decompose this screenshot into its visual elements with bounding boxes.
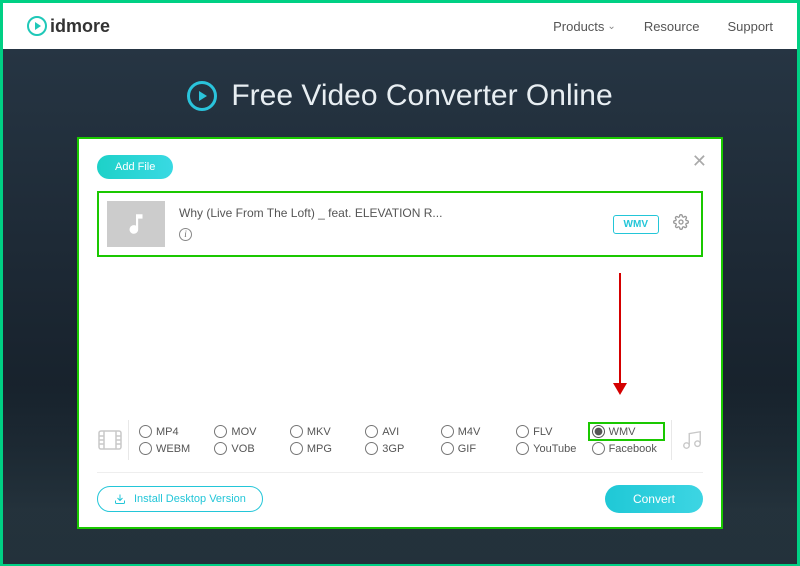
file-item: Why (Live From The Loft) _ feat. ELEVATI…: [97, 191, 703, 257]
format-option-mov[interactable]: MOV: [214, 425, 283, 438]
format-label: M4V: [458, 426, 481, 438]
play-circle-icon: [187, 81, 217, 111]
format-option-vob[interactable]: VOB: [214, 442, 283, 455]
format-radio[interactable]: [214, 425, 227, 438]
format-option-flv[interactable]: FLV: [516, 425, 585, 438]
format-option-mpg[interactable]: MPG: [290, 442, 359, 455]
audio-format-icon[interactable]: [671, 420, 703, 460]
format-radio[interactable]: [365, 425, 378, 438]
format-label: GIF: [458, 443, 476, 455]
format-option-mp4[interactable]: MP4: [139, 425, 208, 438]
format-label: WEBM: [156, 443, 190, 455]
format-label: YouTube: [533, 443, 576, 455]
format-radio[interactable]: [290, 442, 303, 455]
video-format-icon[interactable]: [97, 420, 129, 460]
format-radio[interactable]: [516, 442, 529, 455]
format-option-m4v[interactable]: M4V: [441, 425, 510, 438]
info-icon[interactable]: i: [179, 228, 192, 241]
file-name: Why (Live From The Loft) _ feat. ELEVATI…: [179, 206, 599, 220]
page-title: Free Video Converter Online: [187, 79, 612, 113]
format-option-facebook[interactable]: Facebook: [592, 442, 661, 455]
format-radio[interactable]: [441, 442, 454, 455]
nav-resource-label: Resource: [644, 19, 700, 34]
format-label: VOB: [231, 443, 254, 455]
nav-resource[interactable]: Resource: [644, 19, 700, 34]
format-options: MP4 MOV MKV AVI M4V FLV WMV WEBM VOB MPG 3GP GIF You…: [139, 425, 661, 455]
close-icon[interactable]: ✕: [692, 151, 707, 172]
gear-icon[interactable]: [673, 214, 689, 235]
install-desktop-button[interactable]: Install Desktop Version: [97, 486, 263, 512]
logo[interactable]: idmore: [27, 16, 110, 37]
format-radio[interactable]: [290, 425, 303, 438]
format-label: FLV: [533, 426, 552, 438]
format-section: MP4 MOV MKV AVI M4V FLV WMV WEBM VOB MPG 3GP GIF You…: [97, 411, 703, 462]
format-label: MKV: [307, 426, 331, 438]
nav-support[interactable]: Support: [727, 19, 773, 34]
music-note-icon: [123, 211, 149, 237]
format-radio[interactable]: [516, 425, 529, 438]
format-label: MPG: [307, 443, 332, 455]
format-option-avi[interactable]: AVI: [365, 425, 434, 438]
format-label: Facebook: [609, 443, 657, 455]
format-label: AVI: [382, 426, 399, 438]
format-label: MP4: [156, 426, 179, 438]
format-radio[interactable]: [592, 425, 605, 438]
convert-button[interactable]: Convert: [605, 485, 703, 513]
file-info: Why (Live From The Loft) _ feat. ELEVATI…: [179, 206, 599, 242]
converter-modal: ✕ Add File Why (Live From The Loft) _ fe…: [79, 139, 721, 527]
format-radio[interactable]: [592, 442, 605, 455]
format-label: MOV: [231, 426, 256, 438]
install-label: Install Desktop Version: [134, 493, 246, 505]
nav-products[interactable]: Products ⌄: [553, 19, 616, 34]
hero: Free Video Converter Online ✕ Add File W…: [3, 49, 797, 564]
logo-text: idmore: [50, 16, 110, 37]
format-option-webm[interactable]: WEBM: [139, 442, 208, 455]
chevron-down-icon: ⌄: [607, 21, 615, 32]
annotation-arrow: [619, 273, 621, 393]
format-radio[interactable]: [214, 442, 227, 455]
main-nav: Products ⌄ Resource Support: [553, 19, 773, 34]
format-label: 3GP: [382, 443, 404, 455]
format-option-mkv[interactable]: MKV: [290, 425, 359, 438]
format-option-youtube[interactable]: YouTube: [516, 442, 585, 455]
format-badge[interactable]: WMV: [613, 215, 659, 234]
page-title-text: Free Video Converter Online: [231, 79, 612, 113]
bottom-bar: Install Desktop Version Convert: [97, 472, 703, 513]
add-file-button[interactable]: Add File: [97, 155, 173, 179]
format-radio[interactable]: [441, 425, 454, 438]
file-thumbnail: [107, 201, 165, 247]
format-radio[interactable]: [139, 442, 152, 455]
format-option-gif[interactable]: GIF: [441, 442, 510, 455]
format-radio[interactable]: [139, 425, 152, 438]
format-option-3gp[interactable]: 3GP: [365, 442, 434, 455]
format-label: WMV: [609, 426, 636, 438]
nav-products-label: Products: [553, 19, 604, 34]
format-option-wmv[interactable]: WMV: [588, 422, 665, 441]
converter-modal-highlight: ✕ Add File Why (Live From The Loft) _ fe…: [77, 137, 723, 529]
download-icon: [114, 493, 126, 505]
format-radio[interactable]: [365, 442, 378, 455]
header: idmore Products ⌄ Resource Support: [3, 3, 797, 49]
nav-support-label: Support: [727, 19, 773, 34]
logo-play-icon: [27, 16, 47, 36]
